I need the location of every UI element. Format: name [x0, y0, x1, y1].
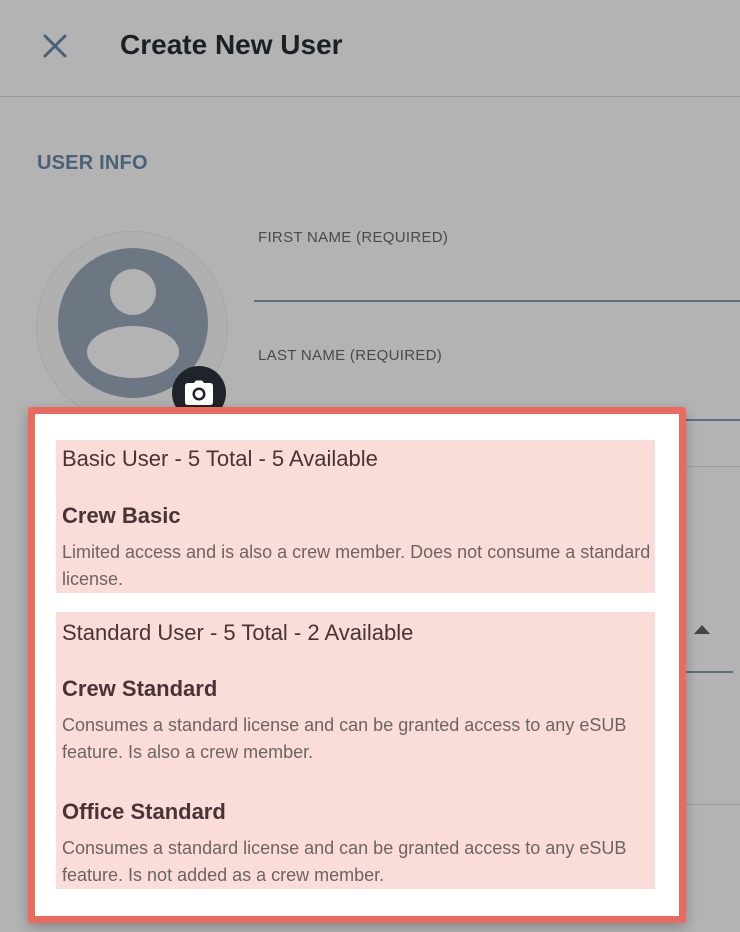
close-button[interactable] [40, 31, 70, 61]
option-crew-standard[interactable]: Crew Standard Consumes a standard licens… [62, 676, 652, 766]
first-name-input[interactable] [254, 262, 740, 302]
close-icon [43, 34, 67, 58]
option-group-standard-user: Standard User - 5 Total - 2 Available Cr… [56, 612, 655, 889]
camera-icon [185, 380, 213, 405]
header: Create New User [0, 0, 740, 97]
group-header: Basic User - 5 Total - 5 Available [62, 446, 378, 471]
option-description: Consumes a standard license and can be g… [62, 838, 627, 885]
role-dropdown-menu: Basic User - 5 Total - 5 Available Crew … [28, 407, 686, 923]
divider [686, 804, 740, 805]
last-name-label: LAST NAME (REQUIRED) [258, 347, 443, 364]
option-title: Office Standard [62, 799, 226, 824]
option-crew-basic[interactable]: Crew Basic Limited access and is also a … [62, 503, 652, 593]
option-description: Consumes a standard license and can be g… [62, 715, 627, 762]
role-select-underline [680, 671, 733, 673]
divider [686, 466, 740, 467]
option-office-standard[interactable]: Office Standard Consumes a standard lice… [62, 799, 652, 889]
caret-up-icon[interactable] [694, 625, 710, 634]
option-description: Limited access and is also a crew member… [62, 542, 651, 589]
section-title-user-info: USER INFO [37, 152, 148, 174]
option-group-basic-user: Basic User - 5 Total - 5 Available Crew … [56, 440, 655, 593]
first-name-label: FIRST NAME (REQUIRED) [258, 229, 449, 246]
option-title: Crew Basic [62, 503, 181, 528]
option-title: Crew Standard [62, 676, 218, 701]
group-header: Standard User - 5 Total - 2 Available [62, 620, 414, 645]
page-title: Create New User [120, 29, 343, 60]
